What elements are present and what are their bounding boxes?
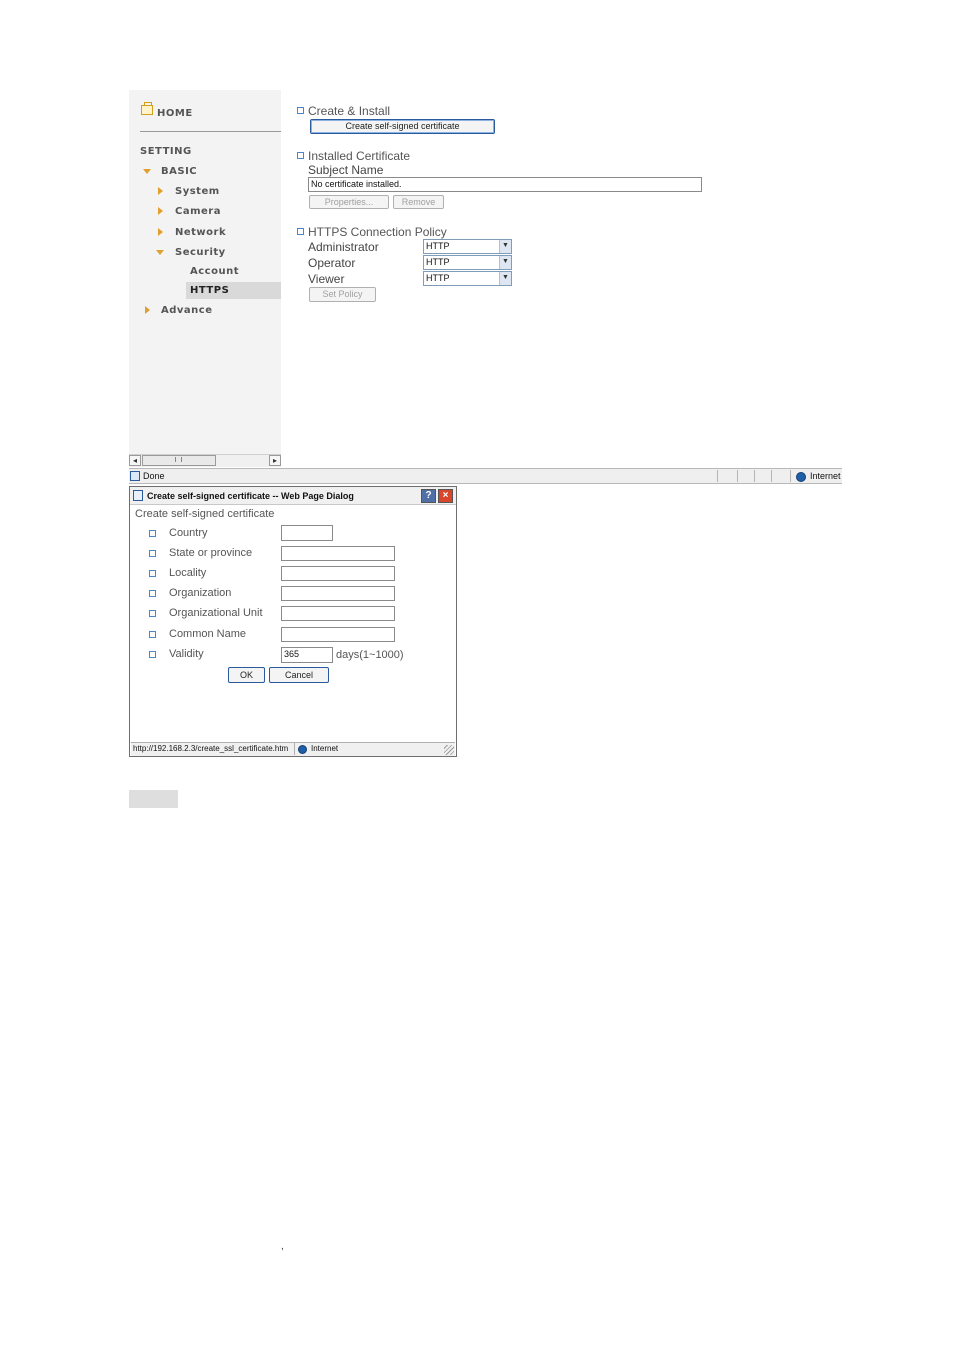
browser-status-bar <box>129 468 842 484</box>
common-name-label: Common Name <box>169 628 247 640</box>
field-bullet-icon <box>149 631 156 638</box>
dialog-status-zone: Internet <box>311 744 339 753</box>
collapsed-arrow-icon <box>158 207 163 215</box>
administrator-select-value: HTTP <box>426 241 450 251</box>
operator-select-value: HTTP <box>426 257 450 267</box>
nav-basic[interactable]: BASIC <box>161 166 197 177</box>
organization-label: Organization <box>169 587 232 599</box>
nav-camera[interactable]: Camera <box>175 206 221 217</box>
page-icon <box>130 471 140 481</box>
nav-system[interactable]: System <box>175 186 220 197</box>
expanded-arrow-icon <box>143 169 151 174</box>
status-text: Done <box>143 471 165 481</box>
field-bullet-icon <box>149 610 156 617</box>
validity-suffix: days(1~1000) <box>336 649 404 661</box>
collapsed-arrow-icon <box>145 306 150 314</box>
expanded-arrow-icon <box>156 250 164 255</box>
status-divider <box>754 470 755 482</box>
policy-label-operator: Operator <box>308 256 356 270</box>
status-divider <box>771 470 772 482</box>
field-bullet-icon <box>149 530 156 537</box>
locality-label: Locality <box>169 567 207 579</box>
subject-name-label: Subject Name <box>308 163 384 177</box>
set-policy-button[interactable]: Set Policy <box>309 287 376 302</box>
nav-network[interactable]: Network <box>175 227 226 238</box>
sidebar-divider <box>140 131 281 132</box>
validity-input[interactable]: 365 <box>281 647 333 663</box>
collapsed-arrow-icon <box>158 187 163 195</box>
operator-select[interactable]: HTTP ▼ <box>423 255 512 270</box>
nav-security[interactable]: Security <box>175 247 226 258</box>
chevron-down-icon[interactable]: ▼ <box>499 256 511 269</box>
org-unit-label: Organizational Unit <box>169 607 263 619</box>
dialog-page-icon <box>133 490 143 501</box>
country-label: Country <box>169 527 208 539</box>
nav-advance[interactable]: Advance <box>161 305 213 316</box>
installed-certificate-heading: Installed Certificate <box>308 149 411 163</box>
scroll-right-icon[interactable]: ▸ <box>269 455 281 466</box>
policy-label-administrator: Administrator <box>308 240 379 254</box>
section-bullet-icon <box>297 228 304 235</box>
scroll-left-icon[interactable]: ◂ <box>129 455 141 466</box>
policy-label-viewer: Viewer <box>308 272 345 286</box>
close-icon[interactable]: × <box>438 489 453 503</box>
chevron-down-icon[interactable]: ▼ <box>499 272 511 285</box>
https-policy-heading: HTTPS Connection Policy <box>308 225 447 239</box>
field-bullet-icon <box>149 550 156 557</box>
subject-name-field[interactable]: No certificate installed. <box>308 177 702 192</box>
resize-grip-icon[interactable] <box>444 745 454 755</box>
create-certificate-button[interactable]: Create self-signed certificate <box>310 119 495 134</box>
dialog-status-url: http://192.168.2.3/create_ssl_certificat… <box>133 744 289 753</box>
nav-home[interactable]: HOME <box>157 108 193 119</box>
remove-button[interactable]: Remove <box>393 195 444 209</box>
nav-setting-heading: SETTING <box>140 146 192 157</box>
gray-marker <box>129 790 178 808</box>
dialog-title: Create self-signed certificate -- Web Pa… <box>147 491 354 501</box>
field-bullet-icon <box>149 590 156 597</box>
administrator-select[interactable]: HTTP ▼ <box>423 239 512 254</box>
nav-account[interactable]: Account <box>190 266 239 277</box>
nav-https[interactable]: HTTPS <box>190 285 229 296</box>
internet-globe-icon <box>796 472 806 482</box>
dialog-heading: Create self-signed certificate <box>135 508 275 520</box>
cancel-button[interactable]: Cancel <box>269 667 329 683</box>
viewer-select-value: HTTP <box>426 273 450 283</box>
field-bullet-icon <box>149 651 156 658</box>
field-bullet-icon <box>149 570 156 577</box>
status-divider <box>737 470 738 482</box>
validity-label: Validity <box>169 648 204 660</box>
grip-icon <box>175 457 182 462</box>
internet-globe-icon <box>298 745 307 754</box>
status-divider <box>717 470 718 482</box>
state-label: State or province <box>169 547 253 559</box>
collapsed-arrow-icon <box>158 228 163 236</box>
home-icon[interactable] <box>141 102 153 115</box>
status-divider <box>790 470 791 482</box>
org-unit-input[interactable] <box>281 606 395 621</box>
ok-button[interactable]: OK <box>228 667 265 683</box>
state-input[interactable] <box>281 546 395 561</box>
common-name-input[interactable] <box>281 627 395 642</box>
viewer-select[interactable]: HTTP ▼ <box>423 271 512 286</box>
locality-input[interactable] <box>281 566 395 581</box>
status-divider <box>294 743 295 755</box>
section-bullet-icon <box>297 107 304 114</box>
create-install-heading: Create & Install <box>308 104 391 118</box>
stray-mark: , <box>281 1241 284 1252</box>
help-icon[interactable]: ? <box>421 489 436 503</box>
country-input[interactable] <box>281 525 333 541</box>
chevron-down-icon[interactable]: ▼ <box>499 240 511 253</box>
section-bullet-icon <box>297 152 304 159</box>
status-zone: Internet <box>810 471 841 481</box>
properties-button[interactable]: Properties... <box>309 195 389 209</box>
organization-input[interactable] <box>281 586 395 601</box>
